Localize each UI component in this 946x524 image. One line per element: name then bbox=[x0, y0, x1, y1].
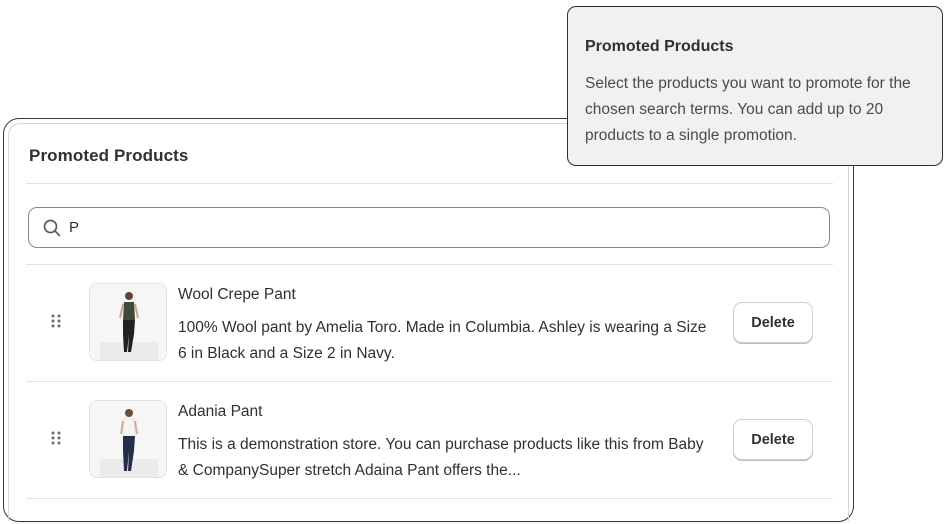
promoted-products-card: Promoted Products P Wool Crepe Pant 100%… bbox=[3, 118, 854, 522]
tooltip-body: Select the products you want to promote … bbox=[585, 75, 911, 144]
tooltip-title: Promoted Products bbox=[585, 38, 734, 55]
product-title: Adania Pant bbox=[178, 403, 263, 420]
info-tooltip: Promoted Products Select the products yo… bbox=[567, 6, 943, 166]
search-field[interactable] bbox=[28, 207, 830, 248]
delete-button[interactable]: Delete bbox=[733, 419, 813, 460]
product-photo-icon bbox=[90, 401, 166, 477]
product-title: Wool Crepe Pant bbox=[178, 286, 296, 303]
product-description: 100% Wool pant by Amelia Toro. Made in C… bbox=[178, 319, 707, 362]
stage: Promoted Products P Wool Crepe Pant 100%… bbox=[0, 0, 946, 524]
product-photo-icon bbox=[90, 284, 166, 360]
product-description: This is a demonstration store. You can p… bbox=[178, 436, 704, 479]
drag-handle-icon[interactable] bbox=[50, 430, 62, 446]
card-title: Promoted Products bbox=[29, 146, 189, 165]
product-row: Wool Crepe Pant 100% Wool pant by Amelia… bbox=[26, 265, 828, 381]
product-thumbnail bbox=[89, 400, 167, 478]
drag-handle-icon[interactable] bbox=[50, 313, 62, 329]
product-thumbnail bbox=[89, 283, 167, 361]
search-input[interactable] bbox=[69, 208, 809, 246]
search-icon bbox=[43, 219, 61, 237]
product-row: Adania Pant This is a demonstration stor… bbox=[26, 382, 828, 498]
delete-button[interactable]: Delete bbox=[733, 302, 813, 343]
row-divider bbox=[26, 498, 833, 499]
header-divider bbox=[26, 183, 833, 184]
